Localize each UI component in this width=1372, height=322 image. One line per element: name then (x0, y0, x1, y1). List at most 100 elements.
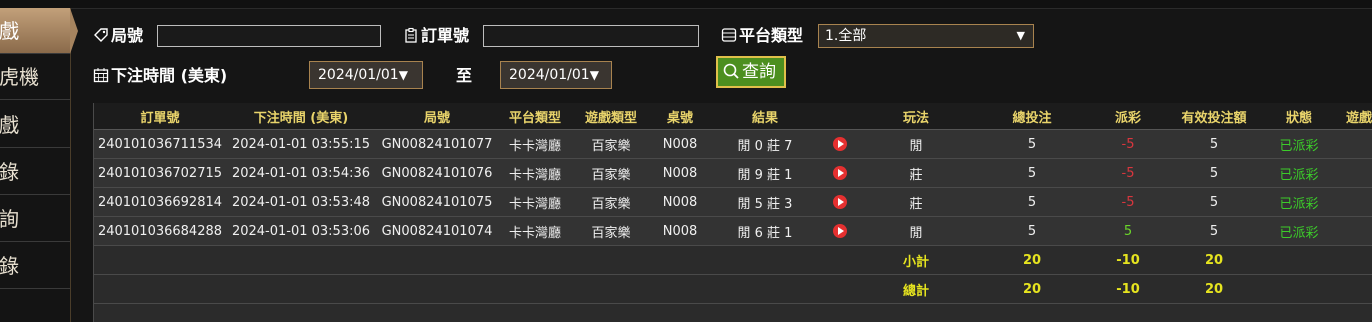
play-video-icon[interactable] (833, 166, 847, 180)
cell-total-bet: 5 (972, 187, 1092, 217)
cell-order-no: 240101036684288 (94, 216, 226, 246)
col-platform: 平台類型 (498, 103, 572, 130)
cell-payout: -5 (1092, 187, 1164, 217)
tag-icon (93, 27, 109, 43)
sidebar-item-6[interactable]: 錄 (0, 243, 70, 289)
date-from-select[interactable]: 2024/01/01▼ (309, 61, 423, 89)
cell-valid-bet: 5 (1164, 129, 1264, 159)
cell-replay (820, 216, 860, 246)
bet-time-label: 下注時間 (美東) (93, 62, 227, 86)
sidebar-item-5[interactable]: 詢 (0, 196, 70, 242)
cell-play: 莊 (860, 158, 972, 188)
cell-bet-time: 2024-01-01 03:54:36 (226, 158, 376, 188)
col-game-type: 遊戲類型 (572, 103, 650, 130)
subtotal-bet: 20 (972, 245, 1092, 275)
date-to-select[interactable]: 2024/01/01▼ (500, 61, 612, 89)
play-video-icon[interactable] (833, 224, 847, 238)
col-payout: 派彩 (1092, 103, 1164, 130)
top-border (0, 0, 1372, 9)
sidebar-item-2[interactable]: 虎機 (0, 54, 70, 100)
subtotal-label: 小計 (860, 245, 972, 275)
col-replay (820, 103, 860, 130)
list-icon (721, 27, 737, 43)
cell-result: 閒 6 莊 1 (710, 216, 820, 246)
table-header-row: 訂單號 下注時間 (美東) 局號 平台類型 遊戲類型 桌號 結果 玩法 總投注 … (94, 103, 1372, 130)
cell-game (1334, 158, 1372, 188)
subtotal-payout: -10 (1092, 245, 1164, 275)
sidebar-item-3[interactable]: 戲 (0, 102, 70, 148)
order-no-input[interactable] (483, 25, 699, 47)
col-result: 結果 (710, 103, 820, 130)
total-valid: 20 (1164, 274, 1264, 304)
cell-payout: 5 (1092, 216, 1164, 246)
chevron-down-icon: ▼ (589, 68, 599, 82)
game-no-label: 局號 (93, 22, 143, 46)
cell-table-no: N008 (650, 158, 710, 188)
subtotal-valid: 20 (1164, 245, 1264, 275)
col-bet-time: 下注時間 (美東) (226, 103, 376, 130)
total-label: 總計 (860, 274, 972, 304)
total-spacer (94, 274, 860, 304)
platform-select[interactable]: 1.全部 ▼ (818, 24, 1034, 48)
calendar-icon (93, 67, 109, 83)
cell-game-no: GN00824101074 (376, 216, 498, 246)
cell-valid-bet: 5 (1164, 216, 1264, 246)
cell-game (1334, 129, 1372, 159)
query-button[interactable]: 查詢 (716, 56, 786, 88)
col-valid-bet: 有效投注額 (1164, 103, 1264, 130)
total-filler (1264, 274, 1372, 304)
play-video-icon[interactable] (833, 195, 847, 209)
col-game-no: 局號 (376, 103, 498, 130)
cell-valid-bet: 5 (1164, 158, 1264, 188)
cell-status: 已派彩 (1264, 129, 1334, 159)
play-video-icon[interactable] (833, 137, 847, 151)
subtotal-row: 小計 20 -10 20 (94, 245, 1372, 275)
col-play: 玩法 (860, 103, 972, 130)
chevron-down-icon: ▼ (398, 68, 408, 82)
clipboard-icon (403, 27, 419, 43)
active-indicator (70, 8, 78, 54)
cell-game-no: GN00824101075 (376, 187, 498, 217)
cell-platform: 卡卡灣廳 (498, 216, 572, 246)
table-row: 240101036702715 2024-01-01 03:54:36 GN00… (94, 158, 1372, 188)
cell-game-type: 百家樂 (572, 216, 650, 246)
sidebar-item-4[interactable]: 錄 (0, 149, 70, 195)
cell-payout: -5 (1092, 158, 1164, 188)
total-payout: -10 (1092, 274, 1164, 304)
search-icon (722, 61, 740, 79)
cell-game-type: 百家樂 (572, 158, 650, 188)
cell-status: 已派彩 (1264, 216, 1334, 246)
cell-status: 已派彩 (1264, 187, 1334, 217)
cell-order-no: 240101036692814 (94, 187, 226, 217)
table-row: 240101036684288 2024-01-01 03:53:06 GN00… (94, 216, 1372, 246)
col-game: 遊戲 (1334, 103, 1372, 130)
platform-label: 平台類型 (721, 22, 803, 46)
table-row: 240101036692814 2024-01-01 03:53:48 GN00… (94, 187, 1372, 217)
cell-replay (820, 187, 860, 217)
cell-bet-time: 2024-01-01 03:53:48 (226, 187, 376, 217)
cell-total-bet: 5 (972, 216, 1092, 246)
cell-valid-bet: 5 (1164, 187, 1264, 217)
cell-replay (820, 158, 860, 188)
sidebar-item-1[interactable]: 戲 (0, 8, 70, 54)
order-no-label: 訂單號 (403, 22, 469, 46)
cell-result: 閒 9 莊 1 (710, 158, 820, 188)
chevron-down-icon: ▼ (1016, 29, 1025, 42)
subtotal-spacer (94, 245, 860, 275)
cell-platform: 卡卡灣廳 (498, 158, 572, 188)
to-label: 至 (456, 66, 473, 85)
cell-total-bet: 5 (972, 158, 1092, 188)
cell-result: 閒 0 莊 7 (710, 129, 820, 159)
col-total-bet: 總投注 (972, 103, 1092, 130)
cell-bet-time: 2024-01-01 03:55:15 (226, 129, 376, 159)
subtotal-filler (1264, 245, 1372, 275)
cell-bet-time: 2024-01-01 03:53:06 (226, 216, 376, 246)
sidebar: 戲 虎機 戲 錄 詢 錄 (0, 8, 71, 322)
cell-game-type: 百家樂 (572, 187, 650, 217)
game-no-input[interactable] (157, 25, 381, 47)
cell-order-no: 240101036711534 (94, 129, 226, 159)
col-status: 狀態 (1264, 103, 1334, 130)
total-row: 總計 20 -10 20 (94, 274, 1372, 304)
col-order-no: 訂單號 (94, 103, 226, 130)
cell-table-no: N008 (650, 129, 710, 159)
